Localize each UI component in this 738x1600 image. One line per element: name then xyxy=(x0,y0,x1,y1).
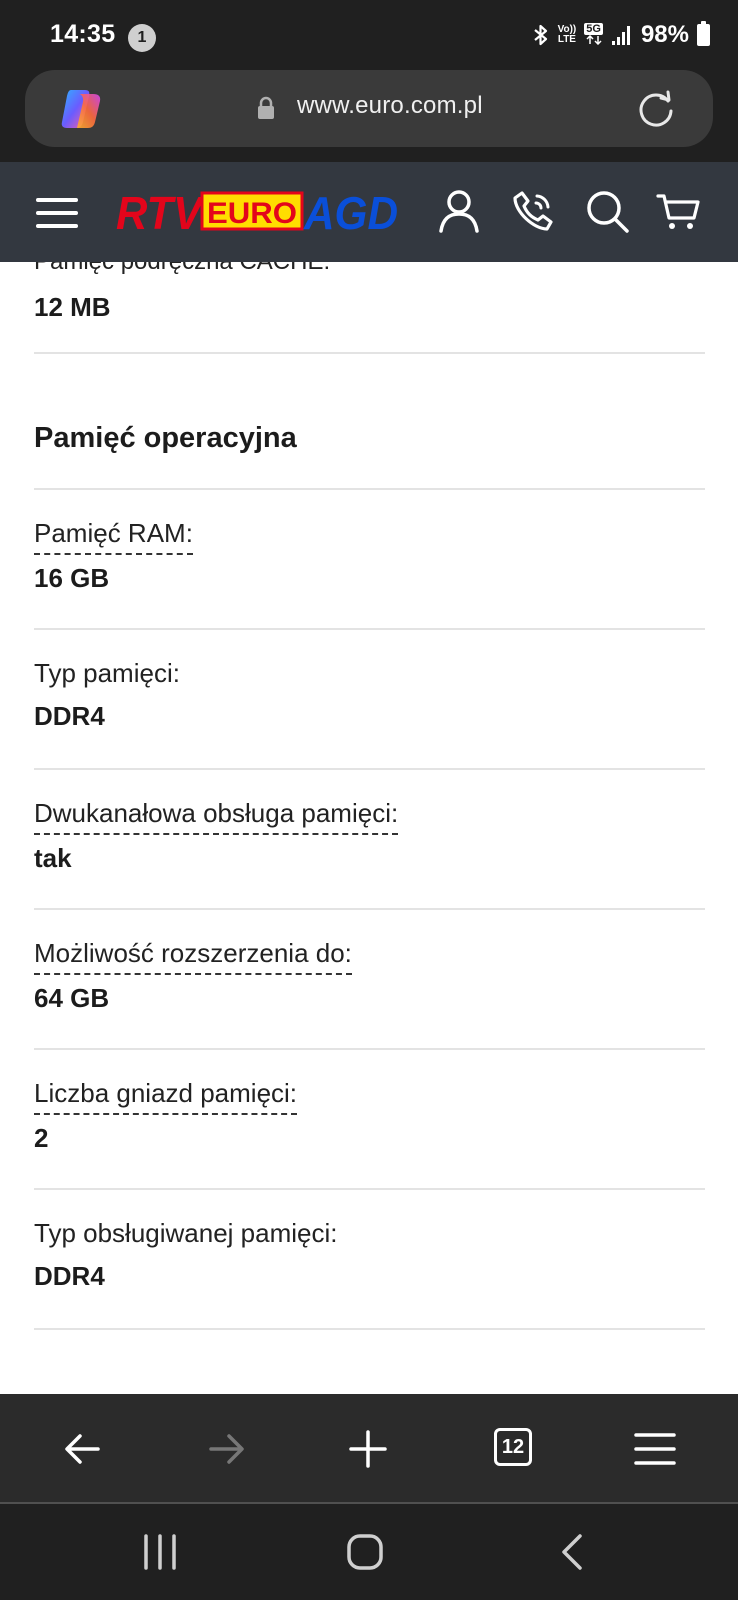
status-time: 14:35 xyxy=(50,20,116,48)
spec-row-expandable: Możliwość rozszerzenia do: 64 GB xyxy=(34,938,705,1014)
spec-label: Typ pamięci: xyxy=(34,658,180,688)
divider xyxy=(34,908,705,910)
reload-icon[interactable] xyxy=(635,88,677,130)
spec-value: DDR4 xyxy=(34,1261,105,1291)
browser-toolbar-bottom: 12 xyxy=(0,1394,738,1504)
divider xyxy=(34,1048,705,1050)
home-icon[interactable] xyxy=(343,1530,387,1574)
data-arrows-icon xyxy=(586,34,602,45)
spec-row-dual-channel: Dwukanałowa obsługa pamięci: tak xyxy=(34,798,705,874)
browser-menu-icon[interactable] xyxy=(632,1426,678,1472)
copilot-icon[interactable] xyxy=(59,88,103,130)
bluetooth-icon xyxy=(533,24,547,46)
tabs-count-button[interactable]: 12 xyxy=(494,1428,532,1466)
system-navigation-bar xyxy=(0,1504,738,1600)
battery-icon xyxy=(697,21,710,46)
address-bar[interactable]: www.euro.com.pl xyxy=(25,70,713,147)
spec-row-slots: Liczba gniazd pamięci: 2 xyxy=(34,1078,705,1154)
back-arrow-icon[interactable] xyxy=(60,1426,106,1472)
phone-icon[interactable] xyxy=(510,188,556,234)
search-icon[interactable] xyxy=(584,188,630,234)
cache-label: Pamięć podręczna CACHE: xyxy=(34,262,330,276)
recent-apps-icon[interactable] xyxy=(138,1530,182,1574)
spec-value: 2 xyxy=(34,1123,49,1153)
spec-value: DDR4 xyxy=(34,701,105,731)
notification-count-badge: 1 xyxy=(128,24,156,52)
status-bar: 14:35 1 Vo)) LTE 5G 98% xyxy=(0,0,738,70)
divider xyxy=(34,1328,705,1330)
cart-icon[interactable] xyxy=(656,188,702,234)
spec-value: 64 GB xyxy=(34,983,110,1013)
logo-rtv: RTV xyxy=(116,187,205,235)
rtv-euro-agd-logo[interactable]: RTV EURO AGD xyxy=(116,187,400,235)
logo-agd: AGD xyxy=(303,187,398,235)
spec-value: 16 GB xyxy=(34,563,110,593)
volte-bottom: LTE xyxy=(557,34,576,45)
divider xyxy=(34,628,705,630)
battery-percentage: 98% xyxy=(640,21,689,48)
spec-label: Typ obsługiwanej pamięci: xyxy=(34,1218,338,1248)
spec-label[interactable]: Dwukanałowa obsługa pamięci: xyxy=(34,798,399,835)
spec-label[interactable]: Możliwość rozszerzenia do: xyxy=(34,938,352,975)
divider xyxy=(34,1188,705,1190)
spec-row-supported-memory: Typ obsługiwanej pamięci: DDR4 xyxy=(34,1218,705,1292)
forward-arrow-icon[interactable] xyxy=(203,1426,249,1472)
spec-row-ram: Pamięć RAM: 16 GB xyxy=(34,518,705,594)
network-indicator: 5G xyxy=(584,22,603,48)
url-text[interactable]: www.euro.com.pl xyxy=(297,92,483,120)
signal-icon xyxy=(611,26,630,45)
spec-row-memory-type: Typ pamięci: DDR4 xyxy=(34,658,705,732)
lock-icon xyxy=(258,96,274,119)
section-title: Pamięć operacyjna xyxy=(34,422,297,454)
browser-toolbar-top: www.euro.com.pl xyxy=(0,70,738,162)
new-tab-plus-icon[interactable] xyxy=(345,1426,391,1472)
spec-value: tak xyxy=(34,843,72,873)
divider xyxy=(34,352,705,354)
site-header: RTV EURO AGD xyxy=(0,162,738,262)
volte-indicator: Vo)) LTE xyxy=(558,25,577,45)
divider xyxy=(34,488,705,490)
spec-label[interactable]: Pamięć RAM: xyxy=(34,518,193,555)
divider xyxy=(34,768,705,770)
network-type: 5G xyxy=(584,22,603,35)
system-back-icon[interactable] xyxy=(552,1530,596,1574)
logo-euro: EURO xyxy=(207,197,297,230)
menu-icon[interactable] xyxy=(36,198,78,228)
spec-label[interactable]: Liczba gniazd pamięci: xyxy=(34,1078,298,1115)
cache-value: 12 MB xyxy=(34,292,111,322)
spec-content: Pamięć podręczna CACHE: 12 MB Pamięć ope… xyxy=(0,262,738,1394)
account-icon[interactable] xyxy=(436,188,482,234)
status-icons: Vo)) LTE 5G 98% xyxy=(532,18,710,52)
